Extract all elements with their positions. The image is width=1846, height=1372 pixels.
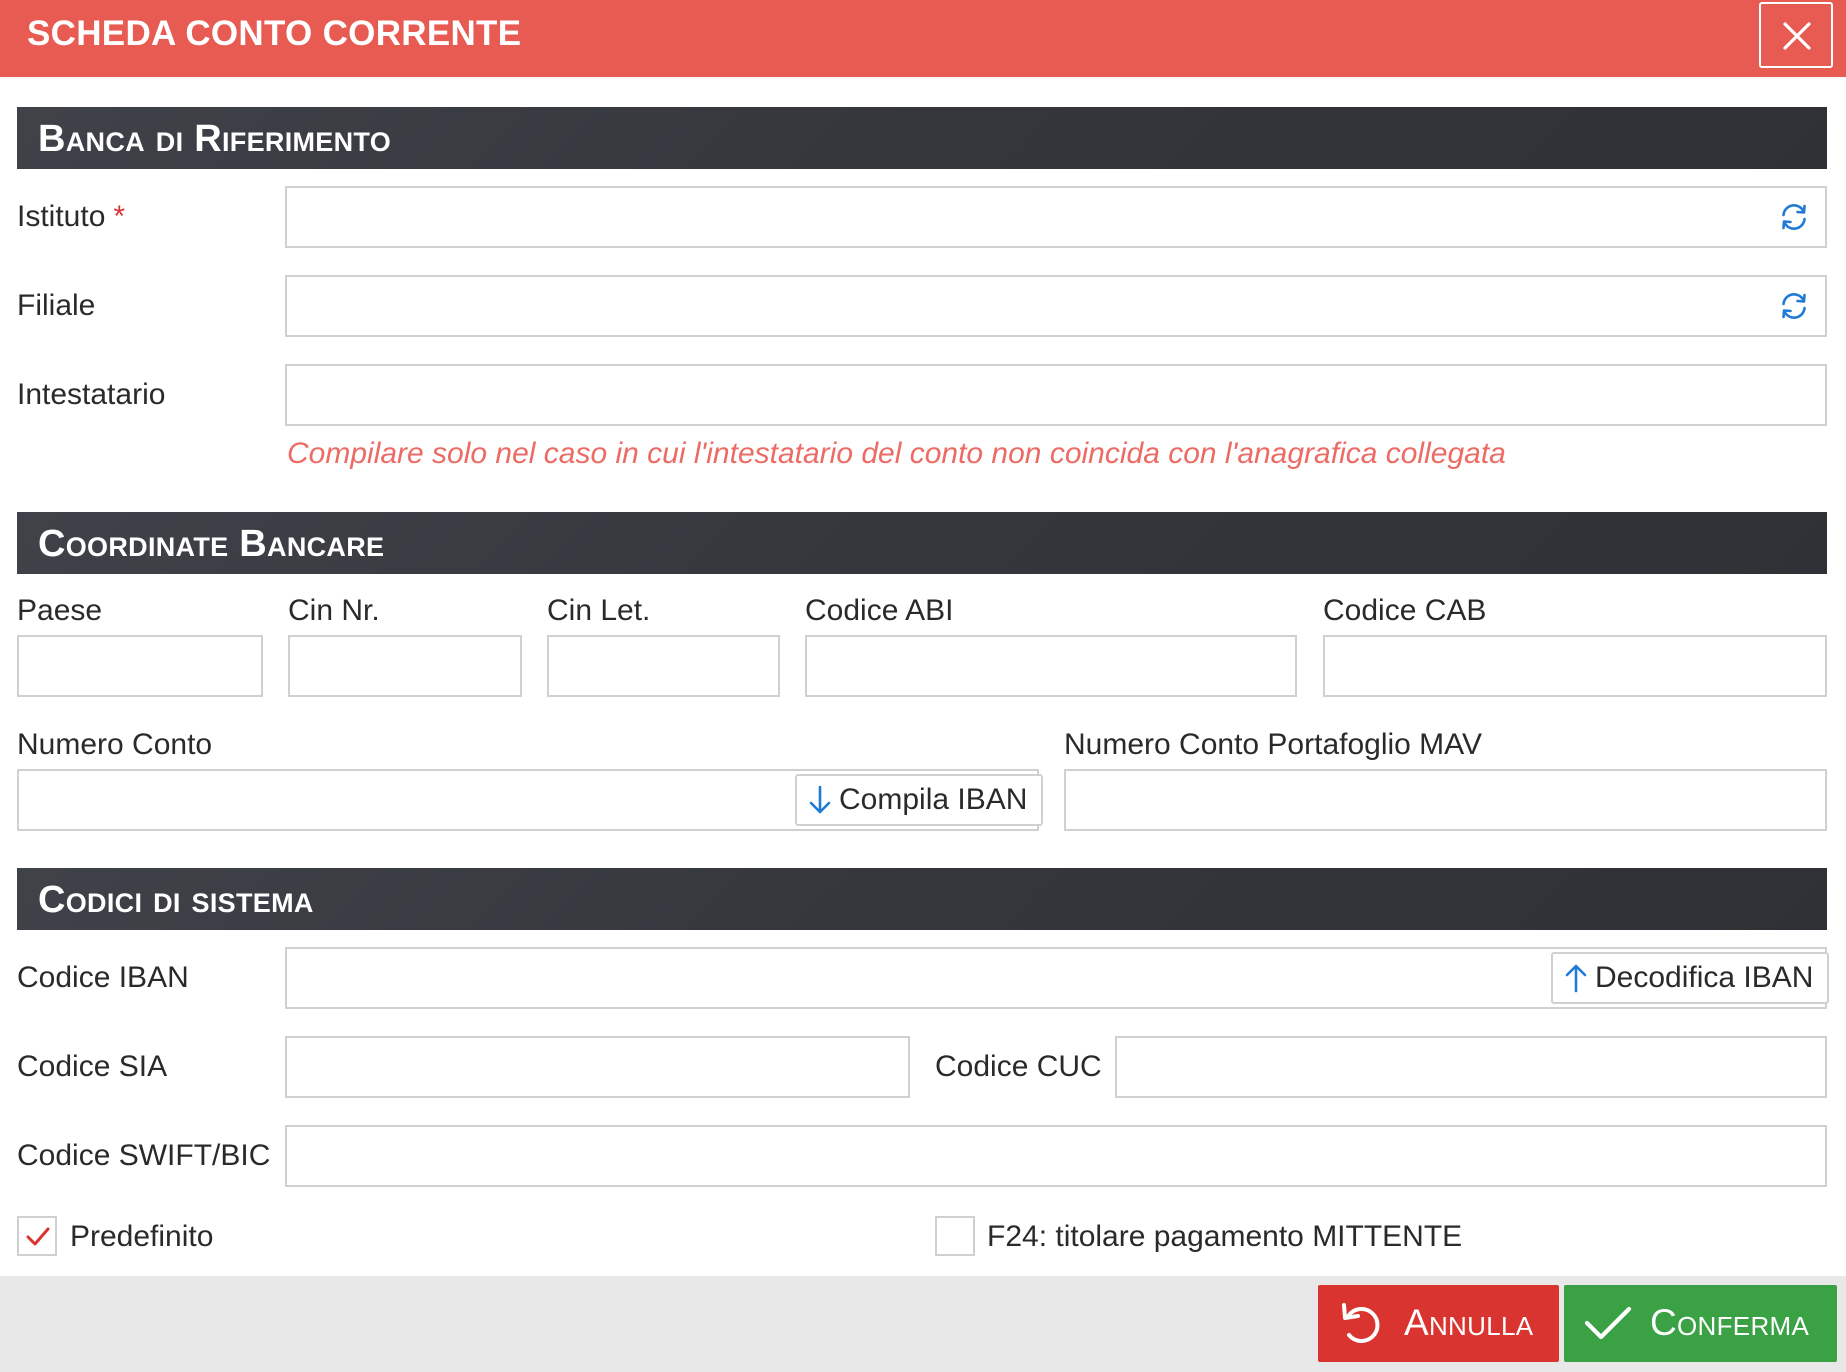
mav-label: Numero Conto Portafoglio MAV <box>1064 728 1482 761</box>
sia-field[interactable] <box>285 1036 910 1098</box>
intestatario-label: Intestatario <box>17 378 166 411</box>
close-button[interactable] <box>1759 2 1833 68</box>
undo-icon <box>1342 1303 1380 1343</box>
confirm-button[interactable]: Conferma <box>1564 1285 1837 1362</box>
compila-iban-label: Compila IBAN <box>839 783 1028 816</box>
f24-checkbox[interactable] <box>935 1216 975 1256</box>
cin-let-label: Cin Let. <box>547 594 651 627</box>
intestatario-input[interactable] <box>287 366 1825 424</box>
arrow-up-icon <box>1565 964 1587 993</box>
compila-iban-button[interactable]: Compila IBAN <box>795 774 1044 826</box>
section-codes-title: Codici di sistema <box>38 879 314 921</box>
cin-let-field[interactable] <box>547 635 780 697</box>
cin-nr-field[interactable] <box>288 635 522 697</box>
paese-field[interactable] <box>17 635 263 697</box>
check-icon <box>1584 1306 1632 1340</box>
cab-field[interactable] <box>1323 635 1827 697</box>
dialog-title: SCHEDA CONTO CORRENTE <box>27 14 522 53</box>
iban-field[interactable]: Decodifica IBAN <box>285 947 1830 1009</box>
predefinito-label: Predefinito <box>70 1220 214 1253</box>
mav-input[interactable] <box>1066 771 1825 829</box>
iban-label: Codice IBAN <box>17 961 189 994</box>
istituto-label: Istituto * <box>17 200 125 234</box>
section-coords: Coordinate Bancare <box>17 512 1827 574</box>
swift-label: Codice SWIFT/BIC <box>17 1139 271 1172</box>
numero-conto-input[interactable] <box>19 771 799 829</box>
swift-input[interactable] <box>287 1127 1825 1185</box>
istituto-label-text: Istituto <box>17 200 106 233</box>
numero-conto-label: Numero Conto <box>17 728 213 761</box>
filiale-field[interactable] <box>285 275 1827 337</box>
sia-label: Codice SIA <box>17 1050 168 1083</box>
mav-field[interactable] <box>1064 769 1827 831</box>
istituto-field[interactable] <box>285 186 1827 248</box>
cuc-input[interactable] <box>1117 1038 1825 1096</box>
f24-label: F24: titolare pagamento MITTENTE <box>987 1220 1463 1253</box>
section-bank: Banca di Riferimento <box>17 107 1827 169</box>
refresh-icon[interactable] <box>1779 291 1809 321</box>
close-icon <box>1783 22 1811 50</box>
abi-label: Codice ABI <box>805 594 954 627</box>
sia-input[interactable] <box>287 1038 908 1096</box>
cuc-label: Codice CUC <box>935 1050 1102 1083</box>
paese-label: Paese <box>17 594 103 627</box>
filiale-label: Filiale <box>17 289 96 322</box>
cin-nr-input[interactable] <box>290 637 520 695</box>
intestatario-field[interactable] <box>285 364 1827 426</box>
numero-conto-field[interactable]: Compila IBAN <box>17 769 1044 831</box>
decodifica-iban-button[interactable]: Decodifica IBAN <box>1551 952 1830 1004</box>
cuc-field[interactable] <box>1115 1036 1827 1098</box>
refresh-icon[interactable] <box>1779 202 1809 232</box>
required-marker: * <box>113 200 126 233</box>
intestatario-hint: Compilare solo nel caso in cui l'intesta… <box>287 437 1506 470</box>
confirm-label: Conferma <box>1650 1302 1810 1343</box>
filiale-input[interactable] <box>287 277 1825 335</box>
predefinito-checkbox[interactable] <box>17 1216 57 1256</box>
iban-input[interactable] <box>287 949 1537 1007</box>
dialog-header: SCHEDA CONTO CORRENTE <box>0 0 1846 77</box>
decodifica-iban-label: Decodifica IBAN <box>1595 961 1814 994</box>
section-coords-title: Coordinate Bancare <box>38 523 385 565</box>
dialog-footer: Annulla Conferma <box>0 1276 1846 1372</box>
cancel-label: Annulla <box>1404 1302 1534 1343</box>
abi-field[interactable] <box>805 635 1297 697</box>
istituto-input[interactable] <box>287 188 1825 246</box>
check-icon <box>26 1227 50 1246</box>
abi-input[interactable] <box>807 637 1295 695</box>
section-codes: Codici di sistema <box>17 868 1827 930</box>
cin-let-input[interactable] <box>549 637 778 695</box>
cab-input[interactable] <box>1325 637 1825 695</box>
cancel-button[interactable]: Annulla <box>1318 1285 1559 1362</box>
paese-input[interactable] <box>19 637 261 695</box>
arrow-down-icon <box>809 785 831 814</box>
cin-nr-label: Cin Nr. <box>288 594 380 627</box>
section-bank-title: Banca di Riferimento <box>38 118 392 160</box>
cab-label: Codice CAB <box>1323 594 1487 627</box>
swift-field[interactable] <box>285 1125 1827 1187</box>
